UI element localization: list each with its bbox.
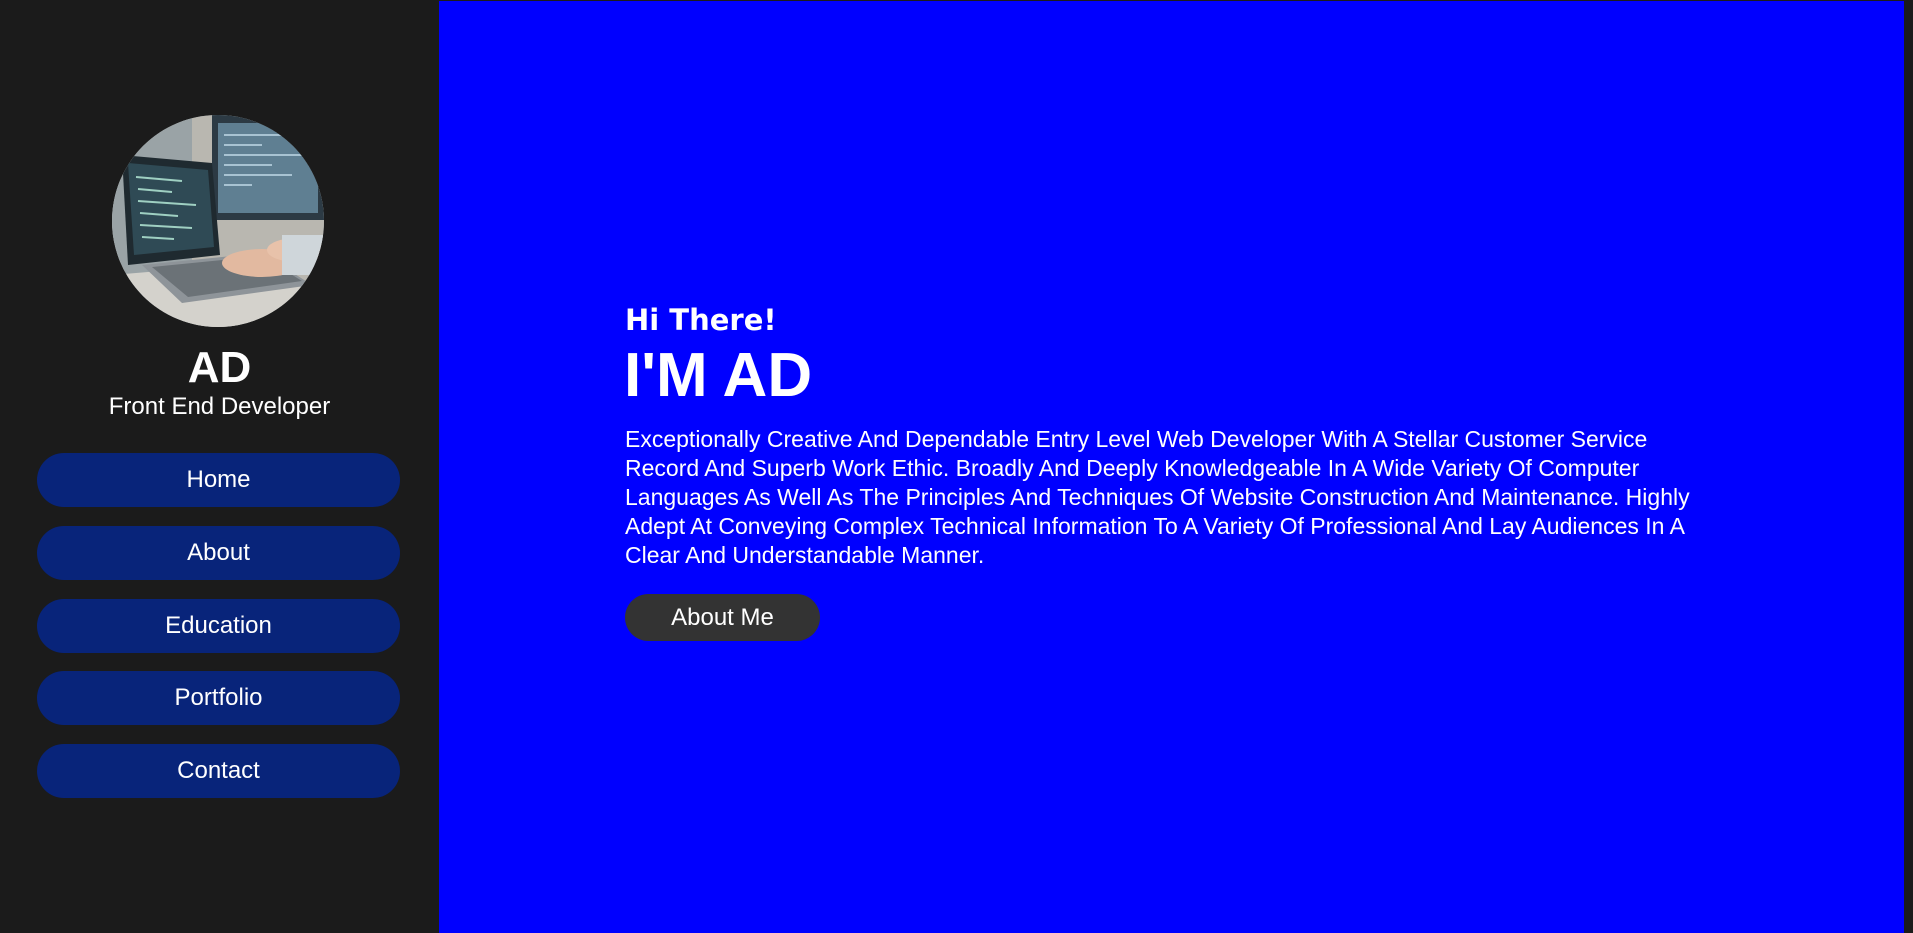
hero-greeting: Hi There! bbox=[625, 303, 777, 337]
nav-item-label: Contact bbox=[177, 757, 260, 784]
nav-item-label: Home bbox=[186, 466, 251, 493]
hero-description: Exceptionally Creative And Dependable En… bbox=[625, 426, 1690, 568]
nav-item-label: Portfolio bbox=[174, 684, 263, 711]
nav-item-about[interactable]: About bbox=[37, 526, 400, 580]
nav-item-contact[interactable]: Contact bbox=[37, 744, 400, 798]
nav-item-label: About bbox=[187, 539, 250, 566]
hero-headline: I'M AD bbox=[624, 341, 813, 410]
profile-name: AD bbox=[187, 343, 252, 392]
nav-item-portfolio[interactable]: Portfolio bbox=[37, 671, 400, 725]
sidebar: AD Front End Developer Home About Educat… bbox=[0, 0, 439, 933]
profile-role: Front End Developer bbox=[108, 393, 331, 420]
about-me-button[interactable]: About Me bbox=[625, 594, 820, 641]
page: AD Front End Developer Home About Educat… bbox=[0, 0, 1913, 933]
nav-item-home[interactable]: Home bbox=[37, 453, 400, 507]
nav-item-label: Education bbox=[165, 612, 272, 639]
avatar bbox=[112, 115, 324, 327]
avatar-photo bbox=[112, 115, 324, 327]
nav-item-education[interactable]: Education bbox=[37, 599, 400, 653]
scrollbar-track[interactable] bbox=[1904, 0, 1913, 933]
